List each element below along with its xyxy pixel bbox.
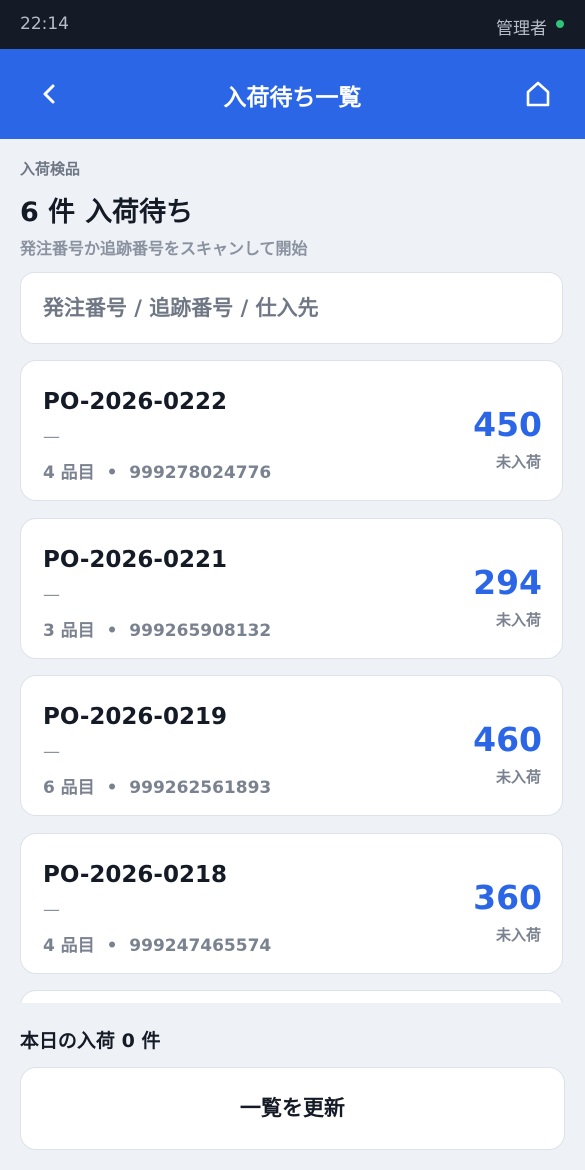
order-card-partial[interactable] — [20, 990, 563, 1003]
po-number: PO-2026-0221 — [43, 547, 227, 573]
page-title: 入荷待ち一覧 — [223, 85, 362, 111]
online-status-dot — [556, 20, 564, 28]
tracking-number: 999265908132 — [129, 621, 272, 641]
supplier-name: — — [43, 585, 60, 605]
pending-count: 6 件 — [20, 197, 76, 228]
scan-hint: 発注番号か追跡番号をスキャンして開始 — [20, 239, 308, 258]
pending-quantity: 294 — [473, 563, 542, 602]
item-count: 4 品目 — [43, 936, 95, 956]
po-number: PO-2026-0218 — [43, 862, 227, 888]
pending-quantity: 460 — [473, 720, 542, 759]
po-number: PO-2026-0222 — [43, 389, 227, 415]
item-count: 4 品目 — [43, 463, 95, 483]
order-card[interactable]: PO-2026-0221 — 3 品目 • 999265908132 294 未… — [20, 518, 563, 659]
tracking-number: 999278024776 — [129, 463, 272, 483]
item-count: 3 品目 — [43, 621, 95, 641]
pending-quantity-label: 未入荷 — [495, 768, 541, 786]
supplier-name: — — [43, 900, 60, 920]
footer: 本日の入荷 0 件 一覧を更新 — [0, 1003, 585, 1170]
pending-quantity: 450 — [473, 405, 542, 444]
pending-quantity-label: 未入荷 — [495, 453, 541, 471]
order-card[interactable]: PO-2026-0222 — 4 品目 • 999278024776 450 未… — [20, 360, 563, 501]
po-number: PO-2026-0219 — [43, 704, 227, 730]
pending-title: 入荷待ち — [85, 197, 194, 228]
item-count: 6 品目 — [43, 778, 95, 798]
order-meta: 4 品目 • 999278024776 — [43, 463, 272, 483]
pending-quantity: 360 — [473, 878, 542, 917]
today-received-count: 本日の入荷 0 件 — [20, 1030, 161, 1052]
order-meta: 6 品目 • 999262561893 — [43, 778, 272, 798]
order-meta: 3 品目 • 999265908132 — [43, 621, 272, 641]
status-bar: 22:14 管理者 — [0, 0, 585, 49]
supplier-name: — — [43, 427, 60, 447]
clock: 22:14 — [20, 14, 69, 34]
supplier-name: — — [43, 742, 60, 762]
section-label: 入荷検品 — [20, 160, 81, 178]
order-meta: 4 品目 • 999247465574 — [43, 936, 272, 956]
user-label: 管理者 — [496, 19, 547, 39]
order-card[interactable]: PO-2026-0218 — 4 品目 • 999247465574 360 未… — [20, 833, 563, 974]
pending-quantity-label: 未入荷 — [495, 926, 541, 944]
pending-quantity-label: 未入荷 — [495, 611, 541, 629]
tracking-number: 999247465574 — [129, 936, 272, 956]
order-list[interactable]: PO-2026-0222 — 4 品目 • 999278024776 450 未… — [0, 360, 585, 1003]
search-input[interactable] — [20, 272, 563, 344]
tracking-number: 999262561893 — [129, 778, 272, 798]
order-card[interactable]: PO-2026-0219 — 6 品目 • 999262561893 460 未… — [20, 675, 563, 816]
app-bar: 入荷待ち一覧 — [0, 49, 585, 139]
refresh-list-button[interactable]: 一覧を更新 — [20, 1067, 565, 1150]
home-icon[interactable] — [523, 79, 553, 109]
pending-heading: 6 件入荷待ち — [20, 190, 203, 229]
